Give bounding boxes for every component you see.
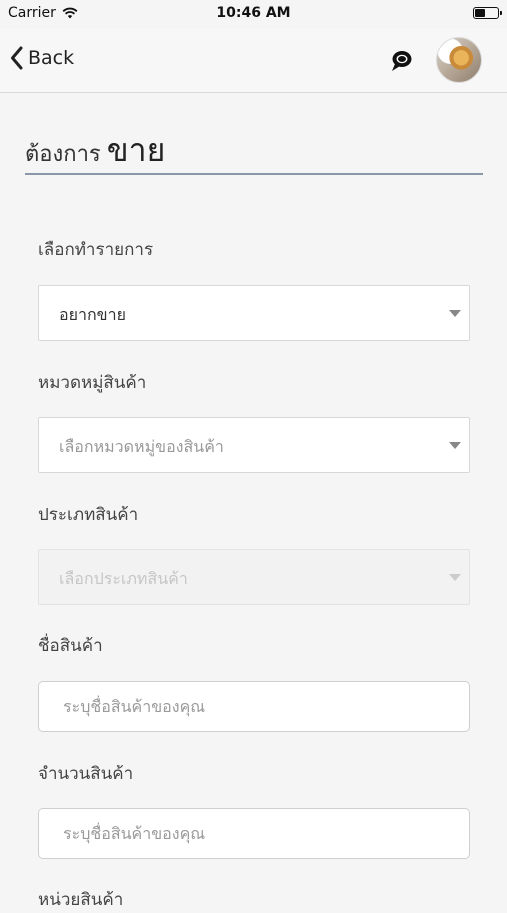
back-label: Back bbox=[28, 47, 75, 69]
status-bar: Carrier 10:46 AM bbox=[0, 0, 507, 28]
category-select-placeholder: เลือกหมวดหมู่ของสินค้า bbox=[59, 437, 224, 456]
product-name-label: ชื่อสินค้า bbox=[38, 636, 103, 656]
product-name-input[interactable] bbox=[38, 681, 470, 732]
caret-down-icon bbox=[449, 574, 461, 581]
transaction-label: เลือกทำรายการ bbox=[38, 240, 154, 260]
caret-down-icon bbox=[449, 442, 461, 449]
product-type-label: ประเภทสินค้า bbox=[38, 505, 139, 525]
page-title-main: ขาย bbox=[106, 131, 166, 169]
battery-icon bbox=[473, 7, 502, 19]
quantity-input[interactable] bbox=[38, 808, 470, 859]
product-type-select[interactable]: เลือกประเภทสินค้า bbox=[38, 549, 470, 605]
transaction-select-value: อยากขาย bbox=[59, 305, 126, 324]
category-select[interactable]: เลือกหมวดหมู่ของสินค้า bbox=[38, 417, 470, 473]
caret-down-icon bbox=[449, 310, 461, 317]
avatar[interactable] bbox=[436, 37, 482, 83]
navigation-bar: Back bbox=[0, 28, 507, 93]
page-title-prefix: ต้องการ bbox=[25, 142, 101, 167]
product-type-select-placeholder: เลือกประเภทสินค้า bbox=[59, 569, 188, 588]
back-button[interactable]: Back bbox=[10, 46, 74, 70]
chevron-left-icon bbox=[11, 46, 23, 70]
transaction-select[interactable]: อยากขาย bbox=[38, 285, 470, 341]
quantity-label: จำนวนสินค้า bbox=[38, 764, 134, 784]
category-label: หมวดหมู่สินค้า bbox=[38, 373, 147, 393]
battery-level bbox=[475, 9, 485, 17]
clock: 10:46 AM bbox=[216, 5, 291, 21]
page-title: ต้องการ ขาย bbox=[25, 125, 483, 175]
chat-bubble-icon[interactable] bbox=[388, 48, 414, 74]
